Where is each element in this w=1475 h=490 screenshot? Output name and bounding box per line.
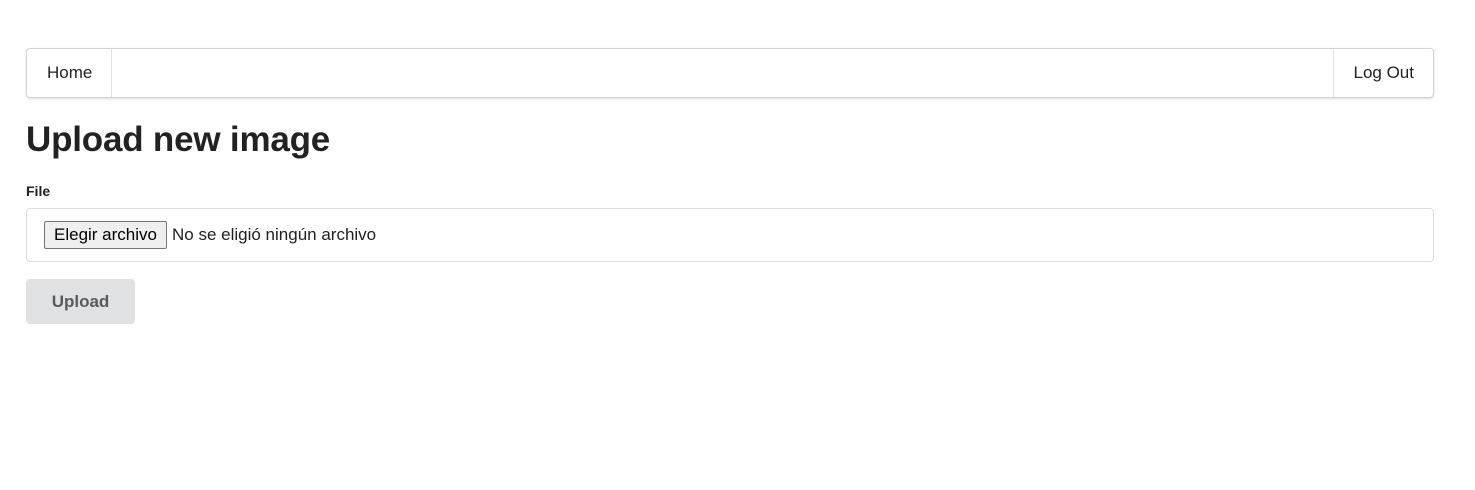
top-menu: Home Log Out [26,48,1434,98]
file-status-text: No se eligió ningún archivo [172,225,377,244]
page-title: Upload new image [26,120,331,159]
page-container: Home Log Out Upload new image File Elegi… [26,48,1434,324]
upload-button[interactable]: Upload [26,279,135,324]
file-input-field[interactable]: Elegir archivo No se eligió ningún archi… [26,208,1434,262]
upload-form: File Elegir archivo No se eligió ningún … [26,182,1434,324]
nav-home-label: Home [47,63,93,82]
file-field-label: File [26,183,51,199]
nav-home-link[interactable]: Home [27,49,113,97]
choose-file-button[interactable]: Elegir archivo [44,221,167,249]
nav-logout-label: Log Out [1353,63,1415,82]
nav-logout-link[interactable]: Log Out [1332,49,1434,97]
menu-spacer [112,49,1332,97]
